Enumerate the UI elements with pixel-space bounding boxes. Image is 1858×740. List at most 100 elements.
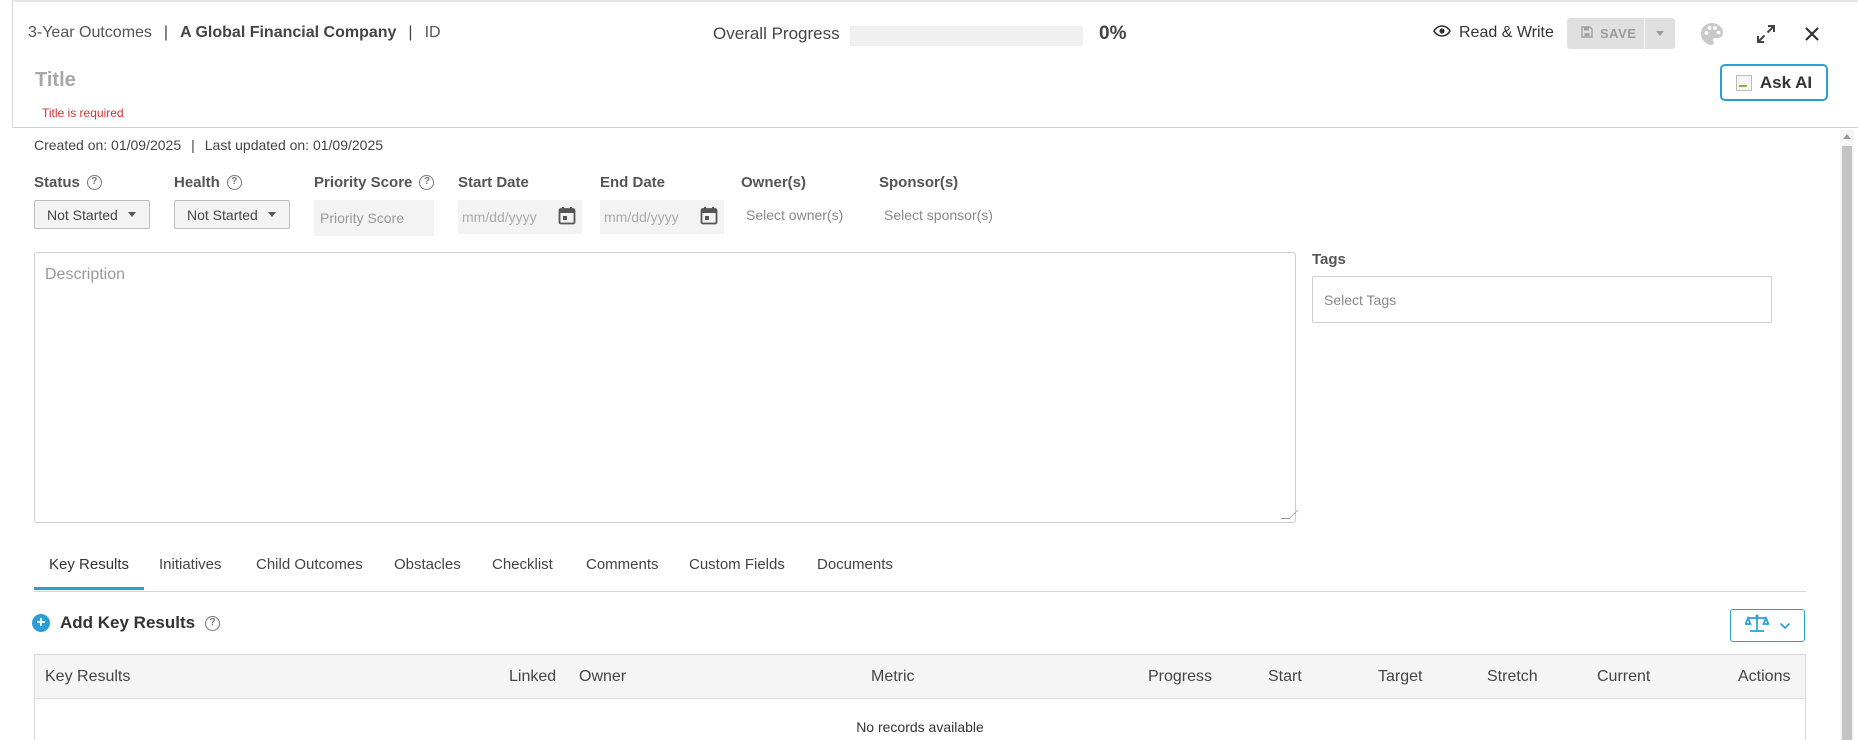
chevron-down-icon [127,212,136,217]
end-date-label-text: End Date [600,174,666,191]
detail-tabs: Key Results Initiatives Child Outcomes O… [34,548,1806,592]
help-icon[interactable]: ? [419,175,435,190]
status-label-text: Status [34,174,80,191]
scale-icon [1743,613,1770,638]
health-label-text: Health [174,174,220,191]
save-button-group: SAVE [1567,18,1675,49]
start-date-label-text: Start Date [458,174,529,191]
status-dropdown[interactable]: Not Started [34,200,150,229]
column-metric[interactable]: Metric [871,668,915,686]
record-meta: Created on: 01/09/2025 | Last updated on: … [34,137,383,153]
status-value: Not Started [47,206,118,223]
sponsors-label-text: Sponsor(s) [879,174,959,191]
save-button[interactable]: SAVE [1567,18,1645,49]
column-key-results[interactable]: Key Results [45,668,130,686]
owners-label-text: Owner(s) [741,174,807,191]
column-owner[interactable]: Owner [579,668,626,686]
add-key-results: + Add Key Results ? [32,613,221,633]
start-date-label: Start Date [458,174,529,191]
health-dropdown[interactable]: Not Started [174,200,290,229]
overall-progress-percent: 0% [1099,23,1127,44]
description-textarea[interactable]: Description [34,252,1299,523]
palette-icon[interactable] [1698,20,1726,48]
help-icon[interactable]: ? [205,615,221,631]
outcome-header: 3-Year Outcomes | A Global Financial Compa… [13,2,1858,128]
tab-key-results[interactable]: Key Results [34,556,145,590]
expand-icon[interactable] [1752,20,1780,48]
left-rail [0,0,13,128]
column-current[interactable]: Current [1597,668,1650,686]
access-mode-toggle[interactable]: Read & Write [1433,24,1554,42]
save-label: SAVE [1600,26,1637,41]
tab-obstacles[interactable]: Obstacles [394,556,461,587]
start-date-placeholder: mm/dd/yyyy [462,209,537,225]
column-progress[interactable]: Progress [1148,668,1212,686]
close-icon[interactable] [1798,20,1826,48]
vertical-scrollbar[interactable] [1840,130,1854,740]
empty-table-message: No records available [856,719,984,735]
calendar-icon[interactable] [700,206,718,228]
overall-progress-label: Overall Progress [713,24,840,43]
sponsors-label: Sponsor(s) [879,174,958,191]
column-target[interactable]: Target [1378,668,1422,686]
add-icon[interactable]: + [32,614,50,632]
health-label: Health ? [174,174,242,191]
owners-select[interactable]: Select owner(s) [746,207,843,223]
breadcrumb-separator: | [163,24,169,41]
scrollbar-thumb[interactable] [1842,146,1852,740]
help-icon[interactable]: ? [226,175,242,190]
calendar-icon[interactable] [558,206,576,228]
key-results-table: Key Results Linked Owner Metric Progress… [34,654,1806,740]
table-header: Key Results Linked Owner Metric Progress… [35,655,1805,699]
save-options-button[interactable] [1645,31,1675,36]
owners-label: Owner(s) [741,174,806,191]
tab-checklist[interactable]: Checklist [492,556,553,587]
breadcrumb-separator: | [408,24,413,41]
save-icon [1581,26,1593,41]
column-linked[interactable]: Linked [509,668,556,686]
chevron-down-icon [1656,31,1664,36]
overall-progress-bar [850,26,1083,46]
weighting-menu-button[interactable] [1730,609,1805,642]
scroll-up-arrow-icon[interactable] [1843,134,1851,139]
tab-documents[interactable]: Documents [817,556,893,587]
sponsors-select[interactable]: Select sponsor(s) [884,207,993,223]
tab-comments[interactable]: Comments [586,556,659,587]
breadcrumb: 3-Year Outcomes | A Global Financial Compa… [28,24,441,42]
title-input[interactable]: Title [35,69,76,92]
access-mode-label: Read & Write [1459,24,1554,41]
tab-initiatives[interactable]: Initiatives [159,556,222,587]
chevron-down-icon [267,212,276,217]
health-value: Not Started [187,206,258,223]
end-date-input[interactable]: mm/dd/yyyy [600,200,724,234]
column-stretch[interactable]: Stretch [1487,668,1538,686]
tags-label: Tags [1312,251,1346,268]
ai-icon [1735,74,1752,91]
eye-icon [1433,24,1451,42]
breadcrumb-parent[interactable]: 3-Year Outcomes [28,24,152,41]
updated-date: Last updated on: 01/09/2025 [204,137,384,153]
breadcrumb-company: A Global Financial Company [180,24,397,41]
tab-custom-fields[interactable]: Custom Fields [689,556,785,587]
description-placeholder: Description [45,266,126,283]
chevron-down-icon [1779,617,1791,635]
start-date-input[interactable]: mm/dd/yyyy [458,200,582,234]
tags-select[interactable]: Select Tags [1312,276,1772,323]
end-date-label: End Date [600,174,665,191]
meta-separator: | [191,137,195,153]
help-icon[interactable]: ? [86,175,102,190]
created-date: Created on: 01/09/2025 [34,137,182,153]
priority-score-label: Priority Score ? [314,174,435,191]
priority-score-input[interactable]: Priority Score [314,200,434,236]
tab-child-outcomes[interactable]: Child Outcomes [256,556,363,587]
status-label: Status ? [34,174,102,191]
end-date-placeholder: mm/dd/yyyy [604,209,679,225]
add-key-results-label[interactable]: Add Key Results [60,613,195,633]
column-start[interactable]: Start [1268,668,1302,686]
priority-score-label-text: Priority Score [314,174,413,191]
title-error-message: Title is required [42,106,124,120]
breadcrumb-id: ID [424,24,441,41]
ask-ai-button[interactable]: Ask AI [1720,64,1828,101]
resize-handle-icon[interactable] [1280,510,1299,519]
ask-ai-label: Ask AI [1759,72,1813,92]
